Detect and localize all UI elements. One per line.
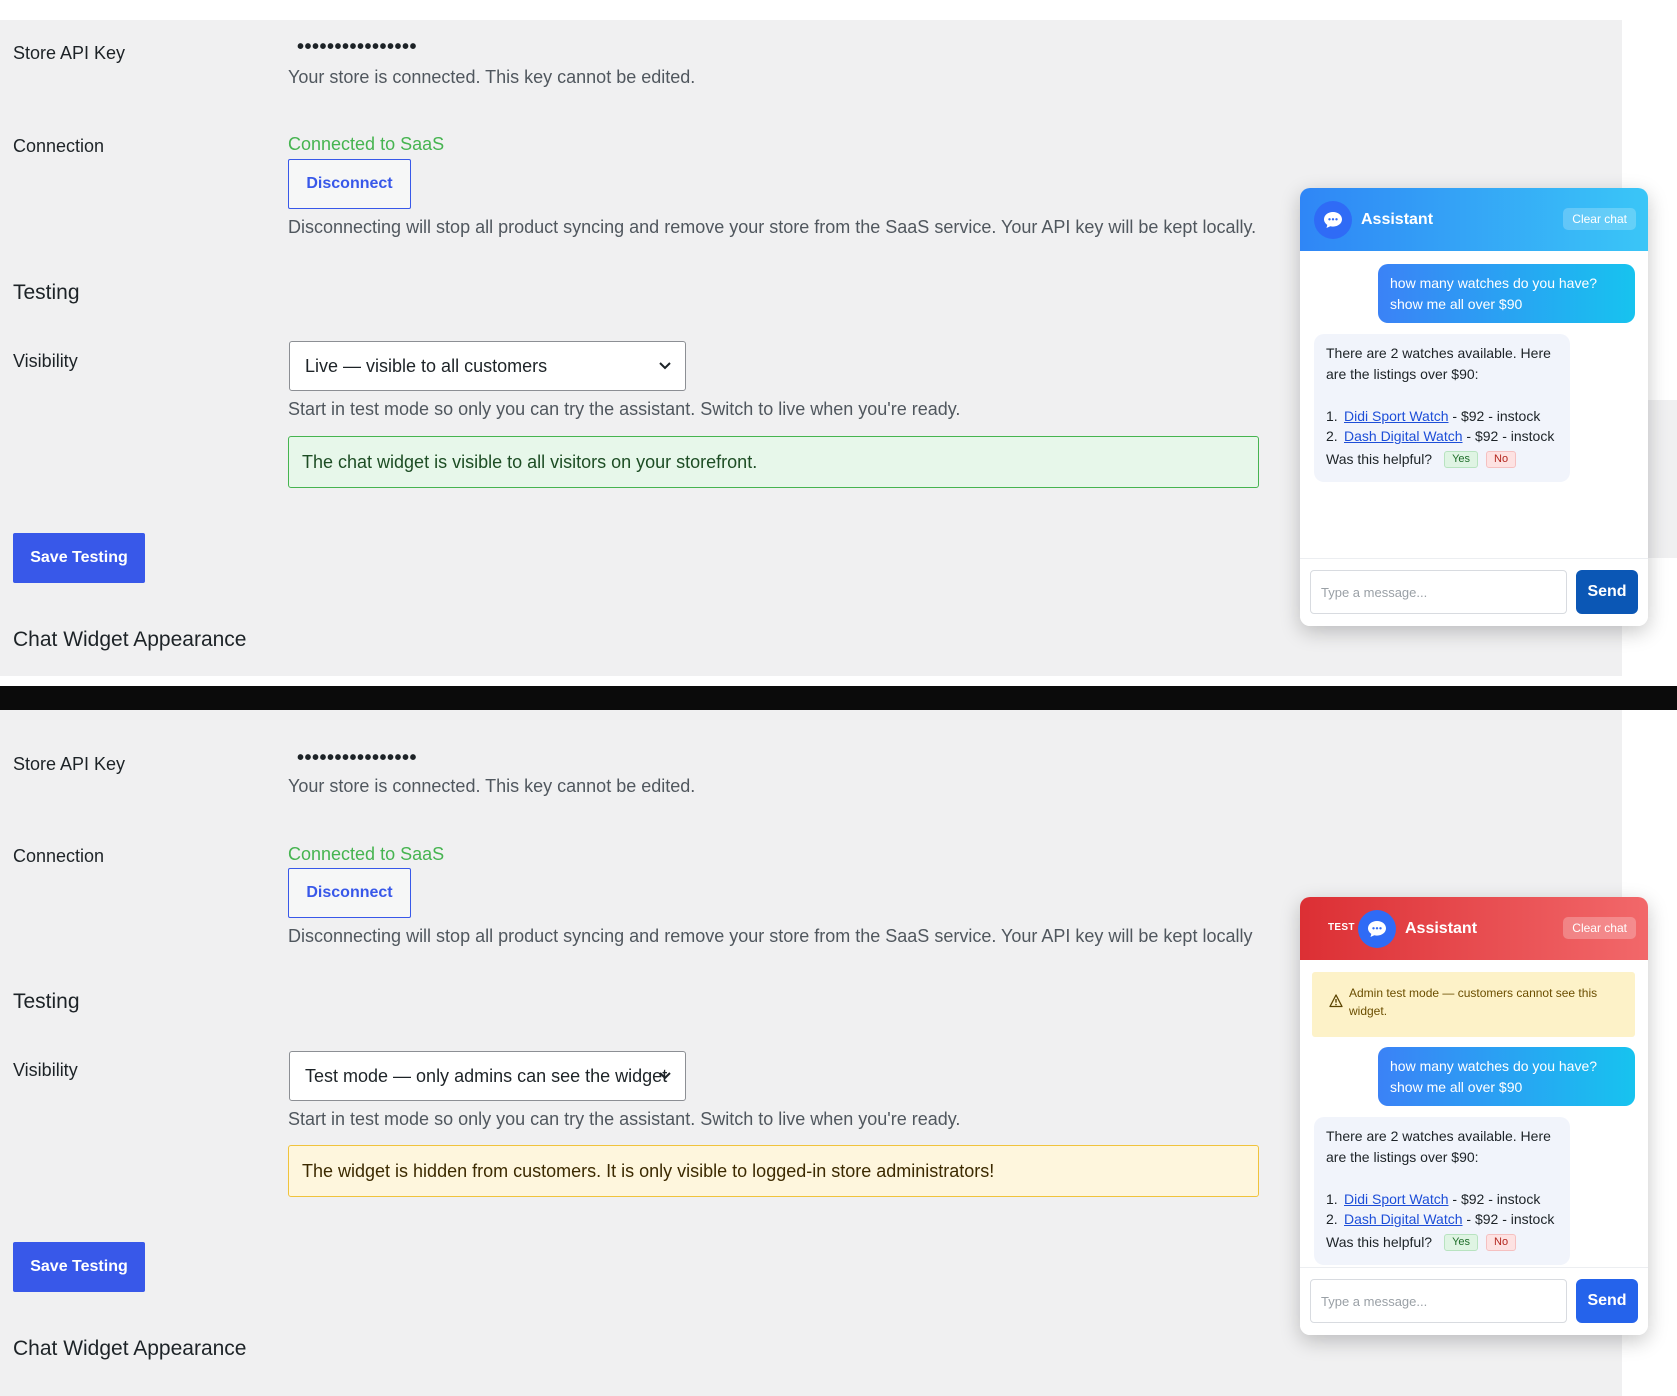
product-link[interactable]: Didi Sport Watch [1344, 1191, 1449, 1207]
chat-widget-live: Assistant Clear chat how many watches do… [1300, 188, 1648, 626]
api-key-label: Store API Key [13, 754, 126, 774]
helpful-question: Was this helpful? [1326, 451, 1433, 467]
product-list-item: 1. Didi Sport Watch - $92 - instock [1326, 1191, 1541, 1207]
visibility-select[interactable]: Live — visible to all customers [289, 341, 686, 391]
user-message: how many watches do you have? show me al… [1378, 264, 1635, 323]
disconnect-button[interactable]: Disconnect [288, 868, 411, 918]
chat-message-input[interactable]: Type a message... [1310, 1279, 1567, 1323]
visibility-description: Start in test mode so only you can try t… [288, 399, 961, 419]
chat-footer: Type a message... Send [1300, 558, 1648, 626]
visibility-notice: The widget is hidden from customers. It … [288, 1145, 1259, 1197]
save-testing-button[interactable]: Save Testing [13, 533, 145, 583]
helpful-yes-button[interactable]: Yes [1444, 1234, 1479, 1251]
test-mode-tag: TEST [1328, 922, 1355, 933]
screenshot-divider [0, 686, 1677, 710]
product-list-item: 1. Didi Sport Watch - $92 - instock [1326, 408, 1541, 424]
product-link[interactable]: Didi Sport Watch [1344, 408, 1449, 424]
test-mode-banner-text: Admin test mode — customers cannot see t… [1349, 986, 1598, 1018]
bot-intro-text: There are 2 watches available. Here are … [1326, 345, 1551, 382]
api-key-description: Your store is connected. This key cannot… [288, 776, 696, 796]
chat-footer: Type a message... Send [1300, 1267, 1648, 1335]
chevron-down-icon [659, 362, 671, 370]
bot-message: There are 2 watches available. Here are … [1314, 1117, 1570, 1265]
chat-widget-test: TEST Assistant Clear chat Admin test mod… [1300, 897, 1648, 1335]
chat-message-input[interactable]: Type a message... [1310, 570, 1567, 614]
connection-label: Connection [13, 846, 105, 866]
api-key-label: Store API Key [13, 43, 126, 63]
helpful-no-button[interactable]: No [1486, 1234, 1517, 1251]
disconnect-button[interactable]: Disconnect [288, 159, 411, 209]
connection-label: Connection [13, 136, 105, 156]
visibility-label: Visibility [13, 1060, 78, 1080]
chat-title: Assistant [1405, 920, 1478, 937]
visibility-notice: The chat widget is visible to all visito… [288, 436, 1259, 488]
chat-header: TEST Assistant Clear chat [1300, 897, 1648, 960]
helpful-question: Was this helpful? [1326, 1234, 1433, 1250]
api-key-field: •••••••••••••••• [297, 747, 418, 769]
visibility-selected-value: Live — visible to all customers [305, 355, 548, 376]
chat-bubble-icon [1314, 201, 1352, 239]
product-link[interactable]: Dash Digital Watch [1344, 428, 1463, 444]
bot-message: There are 2 watches available. Here are … [1314, 334, 1570, 482]
product-list-item: 2. Dash Digital Watch - $92 - instock [1326, 428, 1555, 444]
disconnect-description: Disconnecting will stop all product sync… [288, 926, 1253, 946]
clear-chat-button[interactable]: Clear chat [1563, 917, 1636, 939]
bot-intro-text: There are 2 watches available. Here are … [1326, 1128, 1551, 1165]
chat-header: Assistant Clear chat [1300, 188, 1648, 251]
visibility-label: Visibility [13, 351, 78, 371]
save-testing-button[interactable]: Save Testing [13, 1242, 145, 1292]
disconnect-description: Disconnecting will stop all product sync… [288, 217, 1257, 237]
product-list-item: 2. Dash Digital Watch - $92 - instock [1326, 1211, 1555, 1227]
api-key-description: Your store is connected. This key cannot… [288, 67, 696, 87]
connection-status: Connected to SaaS [288, 844, 445, 864]
chevron-down-icon [659, 1072, 671, 1080]
helpful-no-button[interactable]: No [1486, 451, 1517, 468]
connection-status: Connected to SaaS [288, 134, 445, 154]
chat-title: Assistant [1361, 211, 1434, 228]
send-button[interactable]: Send [1576, 1279, 1638, 1323]
appearance-title: Chat Widget Appearance [13, 1337, 247, 1360]
user-message: how many watches do you have? show me al… [1378, 1047, 1635, 1106]
visibility-selected-value: Test mode — only admins can see the widg… [305, 1065, 668, 1086]
clear-chat-button[interactable]: Clear chat [1563, 208, 1636, 230]
visibility-select[interactable]: Test mode — only admins can see the widg… [289, 1051, 686, 1101]
product-link[interactable]: Dash Digital Watch [1344, 1211, 1463, 1227]
visibility-description: Start in test mode so only you can try t… [288, 1109, 961, 1129]
notice-text: The chat widget is visible to all visito… [302, 451, 758, 472]
chat-bubble-icon [1358, 910, 1396, 948]
helpful-yes-button[interactable]: Yes [1444, 451, 1479, 468]
warning-icon [1329, 994, 1343, 1008]
appearance-title: Chat Widget Appearance [13, 628, 247, 651]
notice-text: The widget is hidden from customers. It … [302, 1160, 995, 1181]
api-key-field: •••••••••••••••• [297, 36, 418, 58]
test-mode-banner: Admin test mode — customers cannot see t… [1312, 972, 1635, 1037]
testing-title: Testing [13, 990, 80, 1013]
testing-title: Testing [13, 281, 80, 304]
send-button[interactable]: Send [1576, 570, 1638, 614]
